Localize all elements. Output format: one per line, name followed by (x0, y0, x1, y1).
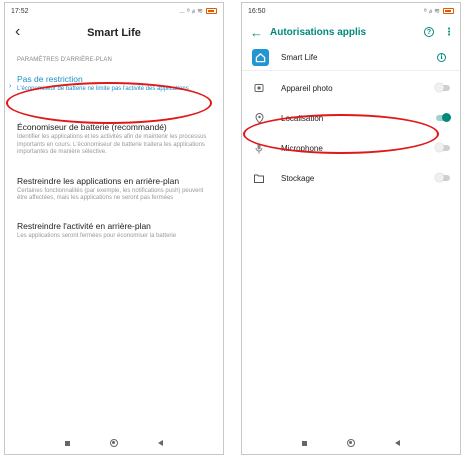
help-icon[interactable]: ? (424, 27, 434, 37)
back-arrow-icon[interactable]: ‹ (15, 24, 20, 40)
folder-icon (254, 174, 264, 183)
navigation-bar (242, 432, 460, 454)
app-header: ← Autorisations applis ? ⋮ (242, 19, 460, 45)
back-button[interactable] (395, 440, 400, 446)
permission-label: Localisation (281, 113, 324, 123)
back-arrow-icon[interactable]: ← (250, 26, 270, 39)
permission-row-microphone[interactable]: Microphone (242, 133, 460, 163)
house-icon (255, 53, 266, 63)
option-description: Identifier les applications et les activ… (17, 134, 207, 156)
option-description: Certaines fonctionnalités (par exemple, … (17, 187, 204, 202)
permission-label: Microphone (281, 143, 323, 153)
recents-button[interactable] (65, 440, 70, 446)
home-button[interactable] (347, 439, 355, 447)
signal-wifi-icon: ... ⁸ ᵢₗₗ ≋ (179, 8, 203, 15)
battery-icon (206, 8, 217, 14)
app-header: ‹ Smart Life (5, 19, 223, 47)
camera-toggle[interactable] (435, 83, 450, 92)
left-phone-screen: 17:52 ... ⁸ ᵢₗₗ ≋ ‹ Smart Life PARAMÈTRE… (4, 2, 224, 455)
status-icons: ⁸ ᵢₗₗ ≋ (424, 7, 454, 15)
app-info-row: Smart Life i (242, 45, 460, 71)
option-title: Restreindre les applications en arrière-… (17, 175, 180, 186)
option-description: L'économiseur de batterie ne limite pas … (17, 86, 189, 92)
status-icons: ... ⁸ ᵢₗₗ ≋ (179, 7, 217, 15)
option-restrict-background-activity[interactable]: Restreindre l'activité en arrière-plan L… (5, 218, 223, 248)
status-bar: 17:52 ... ⁸ ᵢₗₗ ≋ (5, 3, 223, 19)
option-title: Pas de restriction (17, 74, 83, 84)
permission-label: Appareil photo (281, 83, 333, 93)
permission-row-camera[interactable]: Appareil photo (242, 73, 460, 103)
option-title: Économiseur de batterie (recommandé) (17, 122, 167, 133)
signal-wifi-icon: ⁸ ᵢₗₗ ≋ (423, 8, 440, 15)
more-options-icon[interactable]: ⋮ (444, 27, 454, 38)
camera-icon (254, 84, 264, 92)
info-icon[interactable]: i (437, 53, 446, 62)
app-name: Smart Life (281, 53, 318, 62)
storage-toggle[interactable] (435, 173, 450, 182)
page-title: Autorisations applis (270, 26, 367, 38)
permission-row-location[interactable]: Localisation (242, 103, 460, 133)
option-description: Les applications seront fermées pour éco… (17, 233, 177, 240)
navigation-bar (5, 432, 223, 454)
back-button[interactable] (158, 440, 163, 446)
microphone-toggle[interactable] (435, 143, 450, 152)
permission-label: Stockage (281, 173, 315, 183)
status-time: 16:50 (248, 7, 266, 15)
status-time: 17:52 (11, 7, 29, 15)
option-no-restriction[interactable]: › Pas de restriction L'économiseur de ba… (5, 71, 223, 101)
permission-row-storage[interactable]: Stockage (242, 163, 460, 193)
section-header: PARAMÈTRES D'ARRIÈRE-PLAN (17, 57, 112, 63)
location-icon (254, 112, 264, 124)
option-battery-saver[interactable]: Économiseur de batterie (recommandé) Ide… (5, 119, 223, 164)
microphone-icon (255, 143, 263, 153)
smart-life-app-icon (252, 49, 269, 66)
location-toggle[interactable] (436, 113, 451, 122)
chevron-right-icon: › (9, 83, 12, 90)
home-button[interactable] (110, 439, 118, 447)
battery-icon (443, 8, 454, 14)
recents-button[interactable] (302, 440, 307, 446)
right-phone-screen: 16:50 ⁸ ᵢₗₗ ≋ ← Autorisations applis ? ⋮… (241, 2, 461, 455)
page-title: Smart Life (87, 27, 141, 39)
status-bar: 16:50 ⁸ ᵢₗₗ ≋ (242, 3, 460, 19)
option-restrict-background-apps[interactable]: Restreindre les applications en arrière-… (5, 173, 223, 211)
option-title: Restreindre l'activité en arrière-plan (17, 221, 151, 232)
